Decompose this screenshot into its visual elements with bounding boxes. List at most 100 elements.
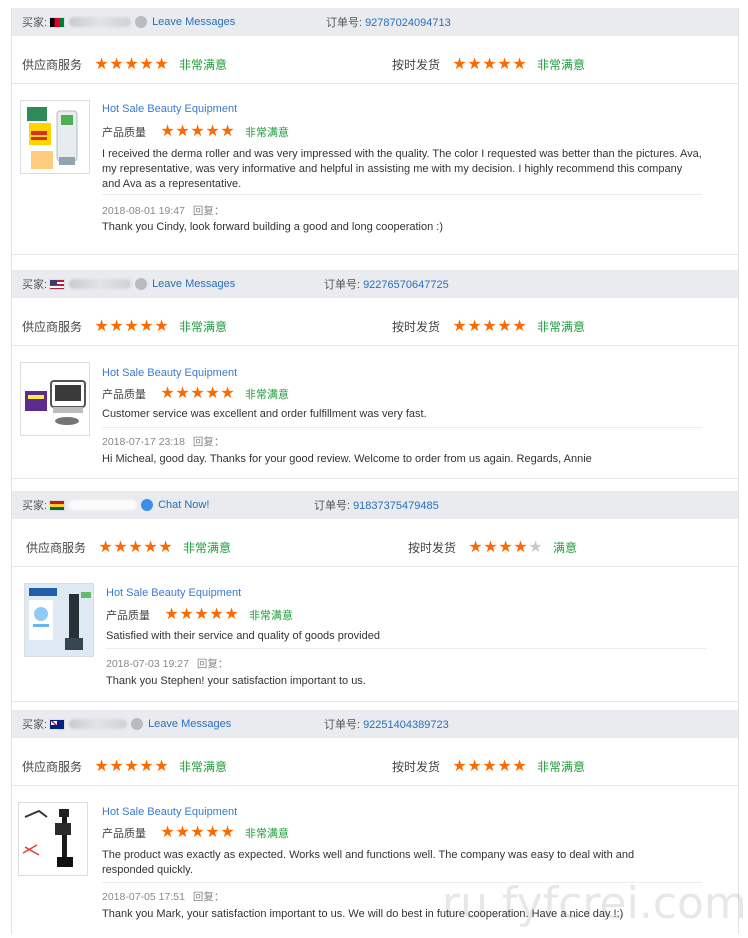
on-time-label: 按时发货 (392, 58, 441, 72)
satisfaction-level: 非常满意 (179, 58, 228, 72)
star-filled-icon: ★ (224, 606, 239, 623)
star-filled-icon: ★ (98, 538, 113, 556)
order-number: 订单号: 92276570647725 (324, 276, 449, 292)
star-filled-icon: ★ (190, 385, 205, 402)
review-date: 2018-08-01 19:47 回复： (102, 203, 224, 218)
order-number-link[interactable]: 92276570647725 (363, 279, 449, 291)
review-text: I received the derma roller and was very… (102, 148, 702, 190)
leave-messages-link[interactable]: Leave Messages (148, 718, 231, 730)
star-filled-icon: ★ (94, 757, 109, 775)
product-title-link[interactable]: Hot Sale Beauty Equipment (102, 806, 237, 818)
product-title-link[interactable]: Hot Sale Beauty Equipment (102, 367, 237, 379)
chat-now-link[interactable]: Chat Now! (158, 499, 209, 511)
satisfaction-level: 非常满意 (179, 760, 228, 774)
star-rating: ★ ★ ★ ★ ★ (94, 317, 169, 335)
chat-icon[interactable] (141, 499, 154, 511)
star-filled-icon: ★ (128, 538, 143, 556)
quality-label: 产品质量 (102, 828, 146, 840)
product-thumbnail[interactable] (20, 362, 90, 436)
review-date: 2018-07-03 19:27 回复： (106, 656, 228, 671)
country-flag-icon (49, 499, 66, 511)
buyer-label: 买家: (22, 719, 48, 731)
star-filled-icon: ★ (220, 824, 235, 841)
product-thumbnail[interactable] (20, 100, 90, 174)
satisfaction-level: 非常满意 (537, 58, 586, 72)
star-filled-icon: ★ (482, 317, 497, 335)
site-watermark: ru.fyfcrei.com (442, 878, 747, 929)
review-date: 2018-07-17 23:18 回复： (102, 434, 224, 449)
star-filled-icon: ★ (158, 538, 173, 556)
star-filled-icon: ★ (154, 55, 169, 73)
star-rating: ★ ★ ★ ★ ★ (94, 55, 169, 73)
message-icon[interactable] (135, 16, 148, 28)
divider (102, 427, 702, 428)
supplier-service-rating: 供应商服务 ★ ★ ★ ★ ★ 非常满意 (22, 758, 227, 775)
supplier-service-rating: 供应商服务 ★ ★ ★ ★ ★ 非常满意 (22, 318, 227, 335)
star-filled-icon: ★ (143, 538, 158, 556)
star-filled-icon: ★ (109, 317, 124, 335)
message-icon[interactable] (135, 278, 148, 290)
order-number-link[interactable]: 92787024094713 (365, 17, 451, 29)
review-card: 买家: Leave Messages 订单号: 92787024094713 供应… (12, 8, 738, 256)
divider (102, 194, 702, 195)
supplier-service-label: 供应商服务 (22, 58, 83, 72)
star-filled-icon: ★ (113, 538, 128, 556)
star-filled-icon: ★ (160, 824, 175, 841)
product-thumbnail[interactable] (24, 583, 94, 657)
star-filled-icon: ★ (467, 55, 482, 73)
star-filled-icon: ★ (190, 123, 205, 140)
divider (12, 254, 738, 255)
product-quality-rating: 产品质量 ★ ★ ★ ★ ★ 非常满意 (102, 825, 289, 841)
order-label: 订单号: (326, 17, 363, 29)
star-rating: ★ ★ ★ ★ ★ (98, 538, 173, 556)
star-rating: ★ ★ ★ ★ ★ (468, 538, 543, 556)
satisfaction-level: 非常满意 (183, 541, 232, 555)
review-date-text: 2018-07-17 23:18 (102, 436, 185, 448)
star-filled-icon: ★ (513, 538, 528, 556)
star-empty-icon: ★ (528, 538, 543, 556)
star-filled-icon: ★ (94, 55, 109, 73)
star-filled-icon: ★ (452, 317, 467, 335)
star-filled-icon: ★ (205, 824, 220, 841)
on-time-delivery-rating: 按时发货 ★ ★ ★ ★ ★ 满意 (408, 539, 577, 556)
star-filled-icon: ★ (482, 55, 497, 73)
satisfaction-level: 非常满意 (245, 127, 289, 139)
star-filled-icon: ★ (139, 55, 154, 73)
star-rating: ★ ★ ★ ★ ★ (164, 607, 239, 623)
star-rating: ★ ★ ★ ★ ★ (160, 124, 235, 140)
reply-label: 回复： (192, 205, 225, 217)
star-filled-icon: ★ (512, 55, 527, 73)
star-filled-icon: ★ (160, 385, 175, 402)
satisfaction-level: 非常满意 (537, 760, 586, 774)
rating-row: 供应商服务 ★ ★ ★ ★ ★ 非常满意 按时发货 ★ ★ ★ ★ ★ 非常满意 (12, 306, 738, 346)
star-rating: ★ ★ ★ ★ ★ (452, 317, 527, 335)
review-card: 买家: Chat Now! 订单号: 91837375479485 供应商服务 ★… (12, 491, 738, 703)
product-title-link[interactable]: Hot Sale Beauty Equipment (102, 103, 237, 115)
star-filled-icon: ★ (124, 757, 139, 775)
product-thumbnail[interactable] (18, 802, 88, 876)
leave-messages-link[interactable]: Leave Messages (152, 16, 235, 28)
rating-row: 供应商服务 ★ ★ ★ ★ ★ 非常满意 按时发货 ★ ★ ★ ★ ★ 非常满意 (12, 44, 738, 84)
supplier-service-label: 供应商服务 (26, 541, 87, 555)
satisfaction-level: 非常满意 (179, 320, 228, 334)
star-filled-icon: ★ (468, 538, 483, 556)
supplier-service-rating: 供应商服务 ★ ★ ★ ★ ★ 非常满意 (22, 56, 227, 73)
order-number-link[interactable]: 92251404389723 (363, 719, 449, 731)
buyer-bar: 买家: Leave Messages 订单号: 92276570647725 (12, 270, 738, 298)
product-quality-rating: 产品质量 ★ ★ ★ ★ ★ 非常满意 (106, 607, 293, 623)
supplier-service-rating: 供应商服务 ★ ★ ★ ★ ★ 非常满意 (26, 539, 231, 556)
buyer-name-blurred (69, 17, 132, 27)
satisfaction-level: 非常满意 (245, 828, 289, 840)
buyer-bar: 买家: Leave Messages 订单号: 92251404389723 (12, 710, 738, 738)
divider (12, 701, 738, 702)
star-filled-icon: ★ (109, 55, 124, 73)
star-filled-icon: ★ (512, 757, 527, 775)
message-icon[interactable] (131, 718, 144, 730)
on-time-label: 按时发货 (392, 320, 441, 334)
leave-messages-link[interactable]: Leave Messages (152, 278, 235, 290)
buyer-label: 买家: (22, 279, 48, 291)
star-filled-icon: ★ (139, 757, 154, 775)
product-title-link[interactable]: Hot Sale Beauty Equipment (106, 587, 241, 599)
review-text: The product was exactly as expected. Wor… (102, 849, 635, 876)
order-number-link[interactable]: 91837375479485 (353, 500, 439, 512)
